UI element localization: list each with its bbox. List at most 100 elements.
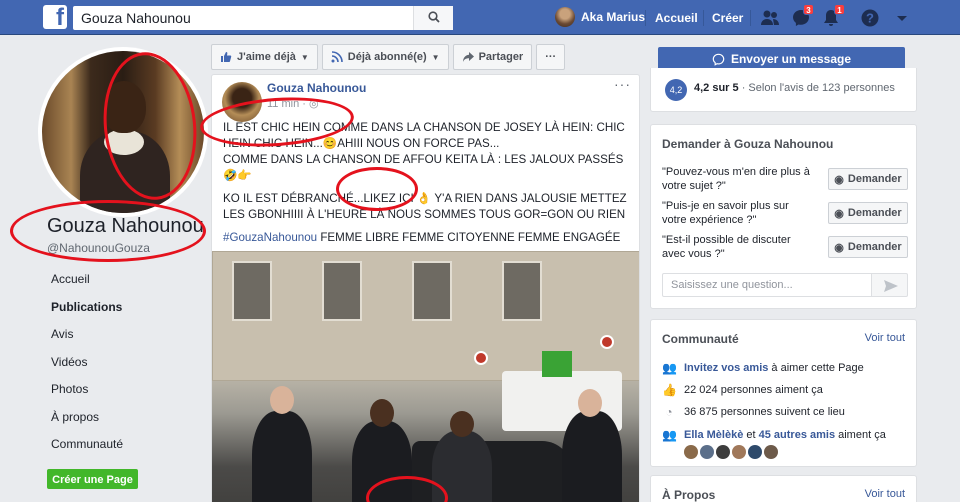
friend-name-link[interactable]: Ella Mèlèkè (684, 429, 743, 441)
ask-question-button[interactable]: ◉ Demander (828, 202, 908, 224)
search-icon (428, 11, 440, 23)
post-paragraph: COMME DANS LA CHANSON DE AFFOU KEITA LÀ … (223, 153, 624, 182)
post-paragraph: IL EST CHIC HEIN COMME DANS LA CHANSON D… (223, 121, 625, 150)
avatar[interactable] (732, 445, 746, 459)
left-nav-videos[interactable]: Vidéos (42, 349, 192, 377)
left-nav-publications[interactable]: Publications (42, 293, 192, 321)
thumbs-up-icon (221, 52, 232, 62)
messenger-icon (712, 53, 725, 66)
about-see-all-link[interactable]: Voir tout (865, 488, 905, 500)
messenger-icon: ◉ (834, 173, 844, 186)
left-nav-a-propos[interactable]: À propos (42, 404, 192, 432)
ask-question-button[interactable]: ◉ Demander (828, 168, 908, 190)
rss-follow-icon: ◔ (665, 405, 673, 419)
ask-question-row: "Puis-je en savoir plus sur votre expéri… (662, 199, 908, 229)
ask-question-text: "Puis-je en savoir plus sur votre expéri… (662, 200, 789, 226)
avatar[interactable] (684, 445, 698, 459)
page-handle[interactable]: @NahounouGouza (47, 241, 150, 255)
post-timestamp[interactable]: 11 min · ◎ (267, 97, 319, 110)
nav-create-link[interactable]: Créer (712, 11, 743, 25)
messenger-icon: ◉ (834, 241, 844, 254)
likes-count: 22 024 personnes aiment ça (684, 384, 823, 396)
follow-page-button[interactable]: Déjà abonné(e) ▼ (321, 44, 449, 70)
page-name[interactable]: Gouza Nahounou (47, 215, 204, 238)
follow-page-label: Déjà abonné(e) (347, 51, 427, 63)
avatar[interactable] (700, 445, 714, 459)
search-box (73, 6, 453, 30)
like-page-button[interactable]: J'aime déjà ▼ (211, 44, 318, 70)
globe-icon: ◎ (308, 98, 319, 110)
messenger-icon: ◉ (834, 207, 844, 220)
create-page-button[interactable]: Créer une Page (47, 469, 138, 489)
invite-friends-link[interactable]: Invitez vos amis (684, 362, 768, 374)
left-nav-communaute[interactable]: Communauté (42, 431, 192, 459)
chevron-down-icon: ▼ (431, 52, 440, 62)
like-page-label: J'aime déjà (237, 51, 296, 63)
friends-like-row: 👥 Ella Mèlèkè et 45 autres amis aiment ç… (662, 428, 886, 442)
nav-home-link[interactable]: Accueil (655, 11, 698, 25)
rss-follow-icon (331, 51, 343, 63)
nav-user-name: Aka Marius (581, 10, 646, 24)
post-paragraph: KO IL EST DÉBRANCHÉ...LIKEZ ICI 👌 Y'A RI… (223, 192, 627, 221)
post-photo[interactable] (212, 251, 639, 502)
share-arrow-icon (462, 52, 474, 62)
post-author-avatar[interactable] (222, 82, 262, 122)
friends-icon: 👥 (662, 428, 677, 442)
avatar[interactable] (748, 445, 762, 459)
send-message-label: Envoyer un message (730, 52, 852, 66)
feed-post: Gouza Nahounou 11 min · ◎ ··· IL EST CHI… (211, 74, 640, 502)
share-button[interactable]: Partager (452, 44, 533, 70)
page-left-navigation: Accueil Publications Avis Vidéos Photos … (42, 266, 192, 459)
page-profile-picture[interactable] (38, 47, 208, 217)
post-options-icon[interactable]: ··· (614, 76, 631, 92)
hashtag-link[interactable]: #GouzaNahounou (223, 231, 317, 244)
messages-badge: 3 (803, 4, 814, 15)
rating-summary[interactable]: 4,2 sur 5 · Selon l'avis de 123 personne… (694, 82, 895, 94)
avatar[interactable] (764, 445, 778, 459)
friend-avatars (684, 445, 778, 459)
chevron-down-icon: ▼ (300, 52, 309, 62)
ask-question-button[interactable]: ◉ Demander (828, 236, 908, 258)
followers-count-row: ◔ 36 875 personnes suivent ce lieu (662, 402, 912, 422)
top-navigation-bar: f Aka Marius Accueil Créer 3 1 ? (0, 0, 960, 35)
account-menu-icon[interactable] (892, 8, 912, 28)
left-nav-photos[interactable]: Photos (42, 376, 192, 404)
left-nav-accueil[interactable]: Accueil (42, 266, 192, 294)
post-author-name[interactable]: Gouza Nahounou (267, 81, 366, 95)
facebook-logo-icon[interactable]: f (43, 4, 67, 31)
search-input[interactable] (73, 6, 413, 30)
search-button[interactable] (413, 6, 453, 30)
nav-divider (703, 10, 704, 26)
nav-profile-link[interactable]: Aka Marius (555, 7, 645, 27)
share-label: Partager (478, 51, 524, 63)
ask-questions-card: Demander à Gouza Nahounou "Pouvez-vous m… (650, 124, 917, 309)
avatar[interactable] (716, 445, 730, 459)
avatar (555, 7, 575, 27)
rating-badge: 4,2 (665, 79, 687, 101)
likes-count-row: 👍 22 024 personnes aiment ça (662, 380, 912, 400)
other-friends-link[interactable]: 45 autres amis (759, 429, 835, 441)
svg-text:?: ? (866, 11, 874, 26)
ask-card-title: Demander à Gouza Nahounou (662, 137, 834, 151)
friend-requests-icon[interactable] (760, 8, 780, 28)
ask-question-input[interactable]: Saisissez une question... (662, 273, 872, 297)
ask-question-row: "Est-il possible de discuter avec vous ?… (662, 233, 908, 263)
ask-question-row: "Pouvez-vous m'en dire plus à votre suje… (662, 165, 908, 195)
ask-question-text: "Est-il possible de discuter avec vous ?… (662, 234, 791, 260)
ask-question-text: "Pouvez-vous m'en dire plus à votre suje… (662, 166, 810, 192)
post-tagline: FEMME LIBRE FEMME CITOYENNE FEMME ENGAGÉ… (317, 231, 621, 244)
followers-count: 36 875 personnes suivent ce lieu (684, 406, 845, 418)
send-arrow-icon (884, 280, 898, 292)
more-options-button[interactable]: ··· (536, 44, 566, 70)
rating-card: 4,2 4,2 sur 5 · Selon l'avis de 123 pers… (650, 68, 917, 112)
nav-divider (750, 10, 751, 26)
about-card: À Propos Voir tout (650, 475, 917, 502)
about-title: À Propos (662, 488, 716, 502)
nav-divider (645, 10, 646, 26)
community-see-all-link[interactable]: Voir tout (865, 332, 905, 344)
post-body: IL EST CHIC HEIN COMME DANS LA CHANSON D… (223, 120, 633, 253)
invite-friends-row: 👥 Invitez vos amis à aimer cette Page (662, 361, 864, 375)
send-question-button[interactable] (872, 273, 908, 297)
left-nav-avis[interactable]: Avis (42, 321, 192, 349)
help-icon[interactable]: ? (860, 8, 880, 28)
